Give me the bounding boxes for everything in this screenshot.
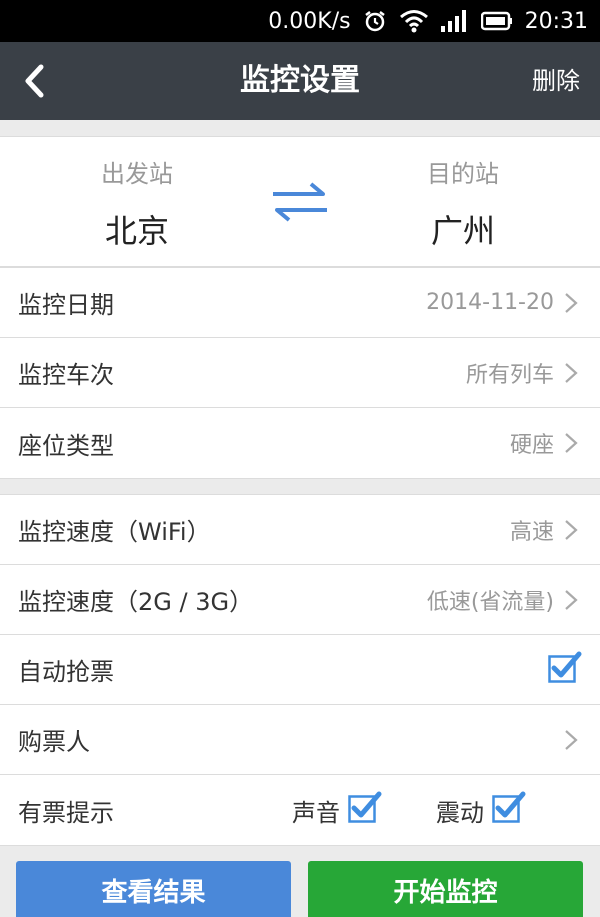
passenger-row[interactable]: 购票人 <box>0 705 600 775</box>
mobile-speed-label: 监控速度（2G / 3G） <box>18 588 254 616</box>
wifi-icon <box>399 9 429 33</box>
title-bar: 监控设置 删除 <box>0 42 600 120</box>
wifi-speed-value: 高速 <box>509 519 554 545</box>
destination-label: 目的站 <box>427 160 499 188</box>
sound-checkbox[interactable] <box>348 791 382 825</box>
checkbox-checked-icon <box>348 791 382 823</box>
auto-grab-checkbox[interactable] <box>548 651 582 685</box>
clock: 20:31 <box>524 8 588 34</box>
checkbox-checked-icon <box>548 651 582 683</box>
signal-icon <box>440 10 469 32</box>
delete-button[interactable]: 删除 <box>532 42 580 120</box>
basic-settings-group: 监控日期 2014-11-20 监控车次 所有列车 座位类型 硬座 <box>0 267 600 479</box>
vibrate-checkbox[interactable] <box>492 791 526 825</box>
chevron-right-icon <box>565 292 578 313</box>
network-speed: 0.00K/s <box>268 8 351 34</box>
destination-city: 广州 <box>430 212 495 250</box>
monitor-train-label: 监控车次 <box>18 361 114 389</box>
auto-grab-row[interactable]: 自动抢票 <box>0 635 600 705</box>
wifi-speed-row[interactable]: 监控速度（WiFi） 高速 <box>0 495 600 565</box>
checkbox-checked-icon <box>492 791 526 823</box>
destination-station[interactable]: 目的站 广州 <box>363 157 563 251</box>
monitor-train-value: 所有列车 <box>465 362 554 388</box>
page-title: 监控设置 <box>240 63 360 98</box>
sound-label: 声音 <box>292 798 340 827</box>
chevron-right-icon <box>565 362 578 383</box>
status-bar: 0.00K/s 20:31 <box>0 0 600 42</box>
view-results-button[interactable]: 查看结果 <box>16 861 291 917</box>
chevron-right-icon <box>565 729 578 750</box>
vibrate-option[interactable]: 震动 <box>436 791 526 828</box>
start-monitor-button[interactable]: 开始监控 <box>308 861 583 917</box>
swap-icon <box>273 182 327 222</box>
monitor-date-value: 2014-11-20 <box>426 290 554 315</box>
swap-stations-button[interactable] <box>271 180 329 224</box>
departure-station[interactable]: 出发站 北京 <box>37 157 237 251</box>
auto-grab-label: 自动抢票 <box>18 658 114 686</box>
sound-option[interactable]: 声音 <box>292 791 382 828</box>
passenger-label: 购票人 <box>18 728 90 756</box>
chevron-right-icon <box>565 433 578 453</box>
chevron-right-icon <box>565 589 578 610</box>
departure-city: 北京 <box>104 212 169 250</box>
ticket-notify-row: 有票提示 声音 震动 <box>0 775 600 845</box>
seat-type-row[interactable]: 座位类型 硬座 <box>0 408 600 478</box>
action-bar: 查看结果 开始监控 <box>0 845 600 917</box>
seat-type-value: 硬座 <box>509 433 554 458</box>
vibrate-label: 震动 <box>436 798 484 827</box>
ticket-notify-label: 有票提示 <box>18 798 114 827</box>
monitor-train-row[interactable]: 监控车次 所有列车 <box>0 338 600 408</box>
mobile-speed-value: 低速(省流量) <box>426 589 554 615</box>
wifi-speed-label: 监控速度（WiFi） <box>18 518 211 546</box>
seat-type-label: 座位类型 <box>18 431 114 460</box>
departure-label: 出发站 <box>101 160 173 188</box>
monitor-date-row[interactable]: 监控日期 2014-11-20 <box>0 268 600 338</box>
monitor-options-group: 监控速度（WiFi） 高速 监控速度（2G / 3G） 低速(省流量) 自动抢票… <box>0 494 600 846</box>
battery-icon <box>480 10 513 32</box>
monitor-date-label: 监控日期 <box>18 291 114 319</box>
mobile-speed-row[interactable]: 监控速度（2G / 3G） 低速(省流量) <box>0 565 600 635</box>
chevron-right-icon <box>565 519 578 540</box>
alarm-icon <box>363 9 387 33</box>
